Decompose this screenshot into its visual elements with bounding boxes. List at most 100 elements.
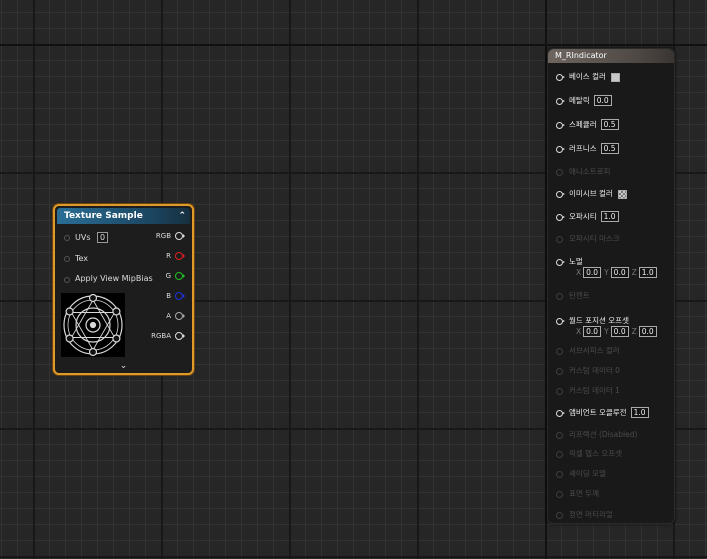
material-input-pin[interactable] (556, 236, 563, 243)
material-input-label: 픽셀 뎁스 오프셋 (569, 448, 622, 460)
rgba-output-pin[interactable] (175, 332, 185, 340)
material-input-row[interactable]: 셰이딩 모델 (555, 468, 674, 482)
material-input-row[interactable]: 픽셀 뎁스 오프셋 (555, 448, 674, 462)
material-input-row[interactable]: 리프랙션 (Disabled) (555, 429, 674, 443)
material-input-row[interactable]: 커스텀 데이터 1 (555, 385, 674, 399)
material-input-label: 오파시티 1.0 (569, 211, 619, 223)
material-input-value[interactable]: 0.5 (600, 143, 619, 154)
g-output-pin[interactable] (175, 272, 185, 280)
material-input-label: 이미시브 컬러 (569, 188, 627, 200)
r-output-label: R (166, 252, 171, 260)
material-input-row[interactable]: 탄젠트 (555, 290, 674, 304)
uvs-input: UVs 0 (75, 232, 109, 243)
material-input-row[interactable]: 월드 포지션 오프셋 X 0.0 Y 0.0 Z 0.0 (555, 315, 674, 339)
uvs-value[interactable]: 0 (97, 232, 109, 243)
material-input-pin[interactable] (556, 318, 565, 325)
material-input-label: 오파시티 마스크 (569, 233, 620, 245)
b-output-label: B (166, 292, 171, 300)
material-input-pin[interactable] (556, 74, 565, 81)
texture-thumbnail (61, 293, 125, 357)
texture-sample-node[interactable]: Texture Sample ⌃ UVs 0 Tex Apply View Mi… (53, 204, 194, 375)
material-input-value[interactable]: 0.5 (600, 119, 619, 130)
material-input-row[interactable]: 오파시티 1.0 (555, 211, 674, 225)
material-input-text: 노멀 (569, 257, 583, 266)
material-input-pin[interactable] (556, 214, 565, 221)
b-output-pin[interactable] (175, 292, 185, 300)
material-input-label: 커스텀 데이터 0 (569, 365, 620, 377)
vector-component-value[interactable]: 0.0 (583, 326, 602, 337)
vector-component-value[interactable]: 0.0 (638, 326, 657, 337)
material-input-row[interactable]: 서브서피스 컬러 (555, 345, 674, 359)
material-input-pin[interactable] (556, 512, 563, 519)
material-input-pin[interactable] (556, 491, 563, 498)
vector-component-value[interactable]: 1.0 (638, 267, 657, 278)
material-input-pin[interactable] (556, 259, 565, 266)
material-input-pin[interactable] (556, 410, 565, 417)
material-input-pin[interactable] (556, 432, 563, 439)
a-output-pin[interactable] (175, 312, 185, 320)
material-input-row[interactable]: 베이스 컬러 (555, 71, 674, 85)
material-input-value[interactable]: 1.0 (600, 211, 619, 222)
vector-input: X 0.0 Y 0.0 Z 0.0 (576, 326, 660, 337)
mipbias-input-pin[interactable] (64, 277, 70, 283)
material-input-text: 서브서피스 컬러 (569, 346, 620, 355)
vector-component-value[interactable]: 0.0 (610, 267, 629, 278)
material-input-value[interactable]: 1.0 (630, 407, 649, 418)
chevron-down-icon[interactable]: ⌄ (55, 361, 192, 371)
material-input-label: 리프랙션 (Disabled) (569, 429, 637, 441)
material-input-text: 애니소트로피 (569, 167, 611, 176)
g-output-label: G (165, 272, 171, 280)
color-swatch[interactable] (610, 72, 620, 82)
tex-input-pin[interactable] (64, 256, 70, 262)
material-input-pin[interactable] (556, 451, 563, 458)
material-input-text: 탄젠트 (569, 291, 590, 300)
material-input-row[interactable]: 노멀 X 0.0 Y 0.0 Z 1.0 (555, 256, 674, 280)
material-input-label: 베이스 컬러 (569, 71, 620, 83)
axis-label: Y (604, 327, 609, 336)
material-input-pin[interactable] (556, 368, 563, 375)
material-input-label: 셰이딩 모델 (569, 468, 606, 480)
material-input-pin[interactable] (556, 122, 565, 129)
material-input-row[interactable]: 이미시브 컬러 (555, 188, 674, 202)
a-output-label: A (166, 312, 171, 320)
material-input-pin[interactable] (556, 146, 565, 153)
rgb-output-pin[interactable] (175, 232, 185, 240)
vector-component-value[interactable]: 0.0 (610, 326, 629, 337)
material-input-row[interactable]: 표면 두께 (555, 488, 674, 502)
axis-label: Z (631, 268, 637, 277)
uvs-input-pin[interactable] (64, 235, 70, 241)
material-input-row[interactable]: 커스텀 데이터 0 (555, 365, 674, 379)
material-input-row[interactable]: 러프니스 0.5 (555, 143, 674, 157)
material-input-row[interactable]: 애니소트로피 (555, 166, 674, 180)
material-input-text: 오파시티 마스크 (569, 234, 620, 243)
axis-label: X (576, 327, 582, 336)
material-input-text: 커스텀 데이터 0 (569, 366, 620, 375)
axis-label: Y (604, 268, 609, 277)
axis-label: X (576, 268, 582, 277)
uvs-label: UVs (75, 233, 91, 242)
material-input-row[interactable]: 메탈릭 0.0 (555, 95, 674, 109)
color-swatch[interactable] (617, 189, 627, 199)
material-input-pin[interactable] (556, 98, 565, 105)
r-output-pin[interactable] (175, 252, 185, 260)
material-input-text: 앰비언트 오클루전 (569, 408, 627, 417)
chevron-up-icon[interactable]: ⌃ (178, 208, 186, 224)
rgb-output-label: RGB (155, 232, 171, 240)
texture-sample-header[interactable]: Texture Sample ⌃ (57, 208, 190, 224)
material-input-text: 표면 두께 (569, 489, 599, 498)
material-input-pin[interactable] (556, 293, 563, 300)
material-input-pin[interactable] (556, 348, 563, 355)
material-input-row[interactable]: 오파시티 마스크 (555, 233, 674, 247)
vector-input: X 0.0 Y 0.0 Z 1.0 (576, 267, 660, 278)
material-input-pin[interactable] (556, 191, 565, 198)
material-input-row[interactable]: 앰비언트 오클루전 1.0 (555, 407, 674, 421)
vector-component-value[interactable]: 0.0 (583, 267, 602, 278)
material-input-pin[interactable] (556, 388, 563, 395)
rgba-output-label: RGBA (151, 332, 171, 340)
material-input-pin[interactable] (556, 471, 563, 478)
material-input-value[interactable]: 0.0 (593, 95, 612, 106)
material-input-row[interactable]: 정면 머티리얼 (555, 509, 674, 523)
material-input-pin[interactable] (556, 169, 563, 176)
material-input-row[interactable]: 스페큘러 0.5 (555, 119, 674, 133)
material-result-node[interactable]: M_RIndicator 베이스 컬러 메탈릭 0.0 스페큘러 0.5 러프니스 0.5 애… (547, 48, 675, 524)
